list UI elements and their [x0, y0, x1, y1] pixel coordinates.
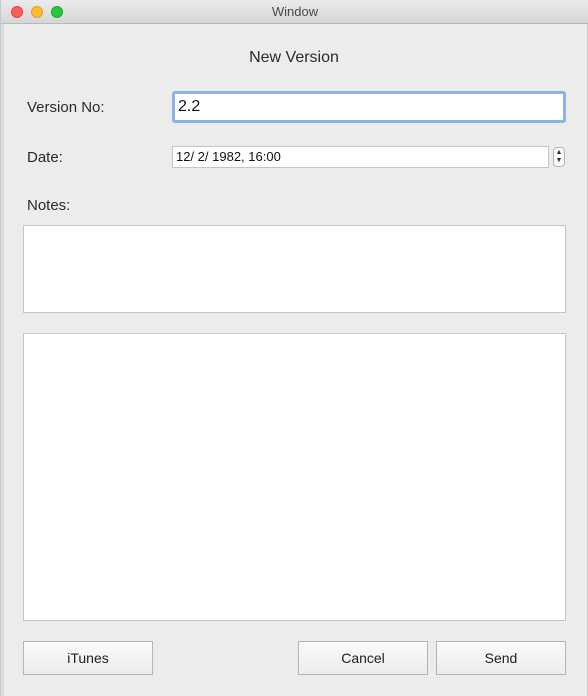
version-label: Version No: [27, 99, 105, 116]
notes-label: Notes: [27, 197, 71, 214]
stepper-up-icon[interactable]: ▲ [554, 149, 564, 157]
background-window-edge [1, 24, 4, 696]
send-button[interactable]: Send [436, 641, 566, 675]
title-bar[interactable]: Window [1, 0, 588, 24]
details-textarea[interactable] [23, 333, 566, 621]
itunes-button[interactable]: iTunes [23, 641, 153, 675]
stepper-down-icon[interactable]: ▼ [554, 157, 564, 165]
dialog-window: Window New Version Version No: Date: 12/… [0, 0, 588, 696]
date-stepper[interactable]: ▲ ▼ [553, 147, 565, 167]
cancel-button[interactable]: Cancel [298, 641, 428, 675]
window-title: Window [271, 4, 319, 19]
notes-textarea[interactable] [23, 225, 566, 313]
version-number-input[interactable] [172, 91, 566, 123]
date-time-field[interactable]: 12/ 2/ 1982, 16:00 [172, 146, 549, 168]
dialog-heading: New Version [249, 49, 339, 66]
date-label: Date: [27, 149, 63, 166]
